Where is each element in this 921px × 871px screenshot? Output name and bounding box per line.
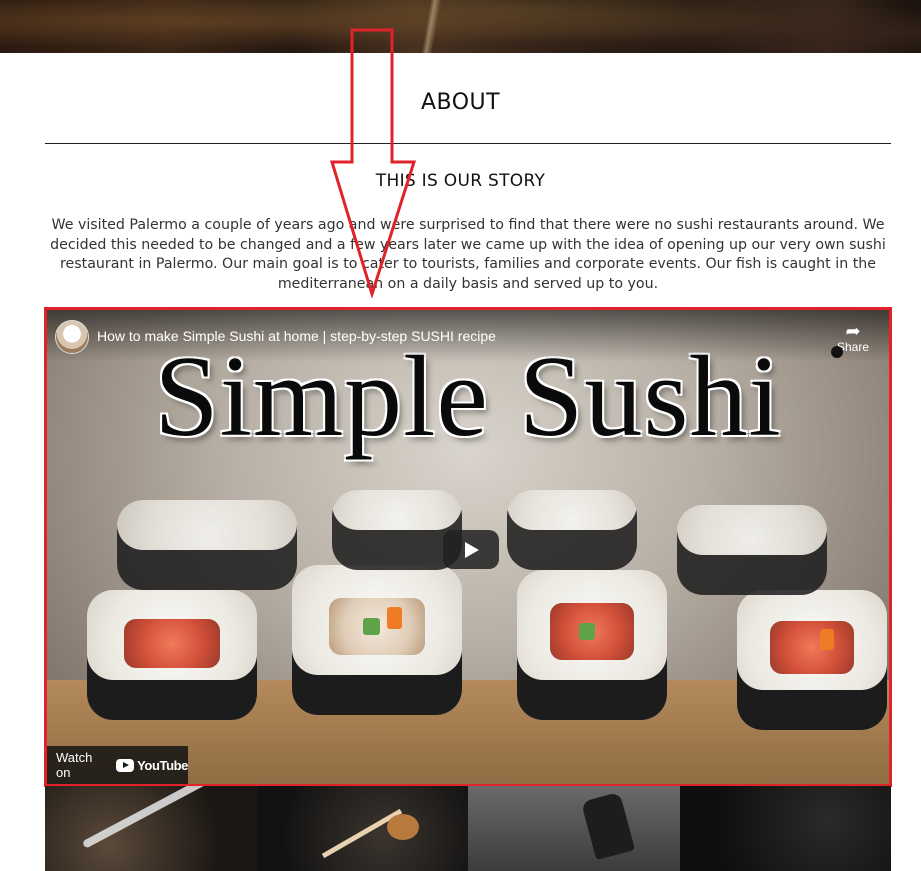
play-button[interactable] bbox=[443, 530, 499, 569]
thumbnail-dot bbox=[831, 346, 843, 358]
watch-on-label: Watch on bbox=[56, 750, 93, 780]
gallery-image[interactable] bbox=[679, 786, 891, 871]
gallery-image[interactable] bbox=[256, 786, 468, 871]
gallery-image[interactable] bbox=[45, 786, 257, 871]
sushi-roll bbox=[737, 590, 887, 730]
play-icon bbox=[465, 542, 479, 558]
youtube-logo-icon: YouTube bbox=[116, 758, 188, 773]
hero-image-strip bbox=[0, 0, 921, 53]
sushi-roll bbox=[87, 590, 257, 720]
gallery-image[interactable] bbox=[468, 786, 680, 871]
gallery-strip bbox=[45, 786, 891, 871]
section-divider bbox=[45, 143, 891, 144]
story-paragraph: We visited Palermo a couple of years ago… bbox=[50, 217, 886, 292]
sushi-roll bbox=[517, 570, 667, 720]
video-title-link[interactable]: How to make Simple Sushi at home | step-… bbox=[97, 328, 496, 344]
hero-curb-light bbox=[395, 0, 475, 53]
youtube-label: YouTube bbox=[137, 757, 188, 773]
channel-avatar[interactable] bbox=[55, 320, 89, 354]
sushi-roll bbox=[677, 505, 827, 595]
video-top-bar: How to make Simple Sushi at home | step-… bbox=[47, 310, 889, 362]
sushi-roll bbox=[507, 490, 637, 570]
share-arrow-icon: ➦ bbox=[845, 321, 861, 341]
watch-on-youtube-button[interactable]: Watch on YouTube bbox=[47, 746, 188, 784]
about-heading: ABOUT bbox=[420, 90, 501, 115]
sushi-roll bbox=[117, 500, 297, 590]
story-heading: THIS IS OUR STORY bbox=[375, 171, 546, 191]
youtube-video-embed[interactable]: Simple Sushi How to make Simple Sushi at… bbox=[44, 307, 892, 787]
sushi-roll bbox=[292, 565, 462, 715]
